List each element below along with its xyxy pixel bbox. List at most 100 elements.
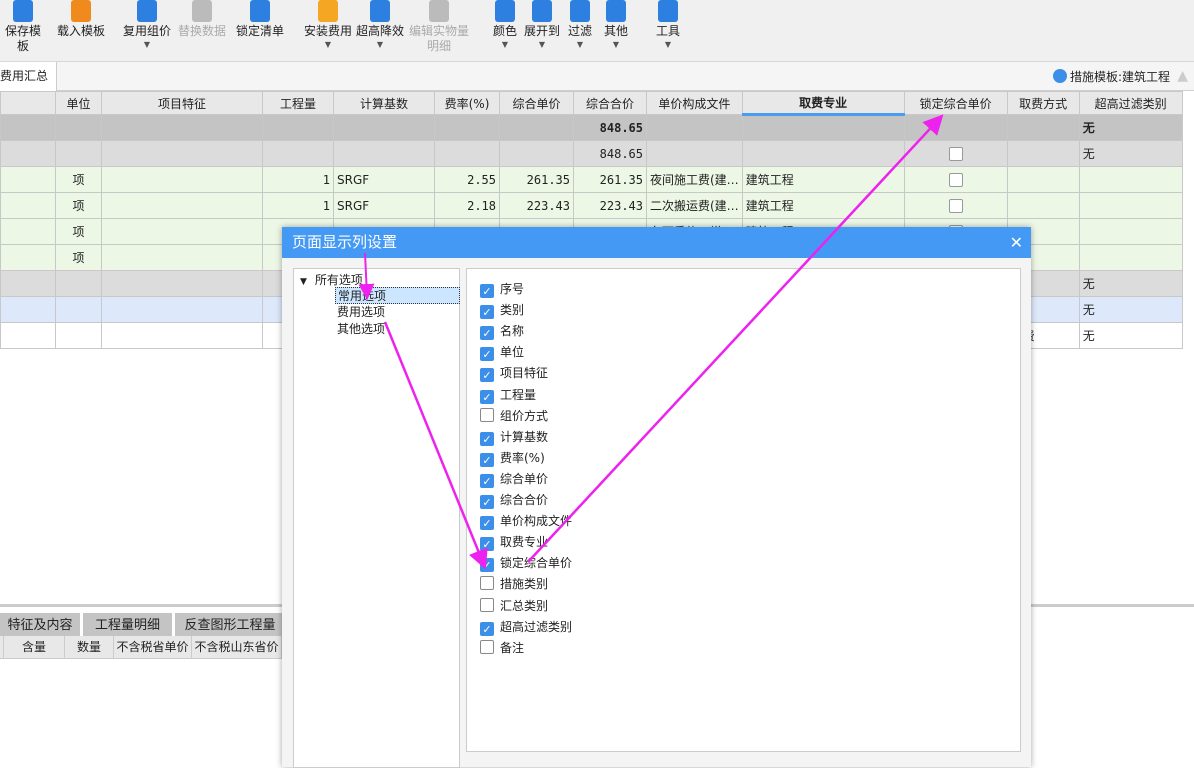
lock-price-checkbox[interactable]	[948, 146, 963, 161]
table-cell[interactable]	[101, 166, 263, 193]
table-cell[interactable]	[434, 140, 500, 167]
column-header[interactable]: 锁定综合单价	[903, 91, 1008, 115]
column-option[interactable]: ✓ 序号	[480, 279, 524, 299]
table-cell[interactable]	[101, 296, 263, 323]
column-option[interactable]: ✓ 计算基数	[480, 427, 548, 447]
lock-price-checkbox[interactable]	[948, 198, 963, 213]
tree-node-other[interactable]: 其他选项	[335, 321, 460, 338]
column-option[interactable]: ✓ 单价构成文件	[480, 511, 572, 531]
column-option[interactable]: ✓ 类别	[480, 300, 524, 320]
column-header[interactable]: 综合合价	[573, 91, 647, 115]
caret-down-icon[interactable]: ▼	[603, 39, 629, 51]
table-cell[interactable]	[0, 114, 56, 141]
table-cell[interactable]	[1006, 192, 1080, 219]
column-option[interactable]: 措施类别	[480, 574, 548, 594]
table-cell[interactable]	[499, 114, 574, 141]
checkbox[interactable]: ✓	[480, 537, 494, 552]
table-cell[interactable]: 无	[1078, 270, 1183, 297]
table-cell[interactable]: 项	[55, 218, 102, 245]
column-header[interactable]: 超高过滤类别	[1078, 91, 1183, 115]
column-option[interactable]: ✓ 锁定综合单价	[480, 553, 572, 573]
table-cell[interactable]: SRGF	[333, 192, 435, 219]
table-cell[interactable]	[333, 140, 435, 167]
toolbar-button-0[interactable]: 保存模板	[0, 0, 46, 54]
table-cell[interactable]	[101, 270, 263, 297]
table-cell[interactable]: 848.65	[573, 140, 647, 167]
table-cell[interactable]	[1078, 166, 1183, 193]
checkbox[interactable]: ✓	[480, 621, 494, 636]
table-cell[interactable]: 2.55	[434, 166, 500, 193]
table-cell[interactable]	[101, 322, 263, 349]
column-header[interactable]: 单位	[55, 91, 102, 115]
column-option[interactable]: ✓ 项目特征	[480, 363, 548, 383]
table-cell[interactable]	[333, 114, 435, 141]
tab-fee-summary[interactable]: 费用汇总	[0, 62, 57, 91]
toolbar-button-4[interactable]: 锁定清单	[234, 0, 286, 39]
table-cell[interactable]	[101, 140, 263, 167]
toolbar-button-12[interactable]: 工具 ▼	[655, 0, 681, 51]
table-cell[interactable]	[55, 114, 102, 141]
table-cell[interactable]	[55, 140, 102, 167]
column-option[interactable]: ✓ 超高过滤类别	[480, 617, 572, 637]
table-cell[interactable]	[903, 192, 1008, 219]
column-option[interactable]: ✓ 工程量	[480, 385, 536, 405]
table-cell[interactable]: 1	[262, 192, 334, 219]
table-row[interactable]: 848.65 无	[0, 140, 1183, 167]
table-row[interactable]: 项 1 SRGF 2.55 261.35 261.35 夜间施工费(建… 建筑工程	[0, 166, 1183, 193]
table-cell[interactable]: 建筑工程	[741, 192, 905, 219]
table-cell[interactable]	[0, 270, 56, 297]
checkbox[interactable]: ✓	[480, 347, 494, 362]
table-cell[interactable]	[646, 140, 743, 167]
checkbox[interactable]: ✓	[480, 452, 494, 467]
table-cell[interactable]: 261.35	[499, 166, 574, 193]
column-header[interactable]: 单价构成文件	[646, 91, 743, 115]
caret-down-icon[interactable]: ▼	[302, 39, 354, 51]
column-header[interactable]	[0, 91, 56, 115]
table-cell[interactable]	[1006, 114, 1080, 141]
table-cell[interactable]	[101, 244, 263, 271]
checkbox[interactable]: ✓	[480, 495, 494, 509]
checkbox[interactable]: ✓	[480, 431, 494, 446]
column-option[interactable]: ✓ 单位	[480, 342, 524, 362]
table-cell[interactable]	[262, 140, 334, 167]
table-cell[interactable]	[0, 296, 56, 323]
toolbar-button-6[interactable]: 超高降效 ▼	[355, 0, 405, 51]
table-cell[interactable]	[0, 244, 56, 271]
table-cell[interactable]	[0, 140, 56, 167]
table-cell[interactable]	[0, 192, 56, 219]
checkbox[interactable]: ✓	[480, 389, 494, 404]
table-cell[interactable]	[262, 114, 334, 141]
column-option[interactable]: 组价方式	[480, 406, 548, 426]
table-cell[interactable]	[499, 140, 574, 167]
table-cell[interactable]: 2.18	[434, 192, 500, 219]
checkbox[interactable]: ✓	[480, 368, 494, 383]
toolbar-button-9[interactable]: 展开到 ▼	[523, 0, 561, 51]
table-cell[interactable]: 项	[55, 166, 102, 193]
column-option[interactable]: 汇总类别	[480, 596, 548, 616]
checkbox[interactable]	[480, 639, 494, 654]
caret-down-icon[interactable]: ▼	[567, 39, 593, 51]
table-cell[interactable]: 二次搬运费(建…	[646, 192, 743, 219]
table-cell[interactable]: 223.43	[573, 192, 647, 219]
table-row[interactable]: 848.65 无	[0, 114, 1183, 141]
table-cell[interactable]: 848.65	[573, 114, 647, 141]
table-cell[interactable]	[1006, 166, 1080, 193]
column-header[interactable]: 取费专业	[741, 91, 905, 116]
table-cell[interactable]	[0, 166, 56, 193]
table-cell[interactable]	[101, 192, 263, 219]
table-cell[interactable]	[903, 140, 1008, 167]
table-cell[interactable]	[0, 218, 56, 245]
column-option[interactable]: ✓ 名称	[480, 321, 524, 341]
checkbox[interactable]: ✓	[480, 305, 494, 320]
caret-down-icon[interactable]: ▼	[492, 39, 518, 51]
toolbar-button-3[interactable]: 替换数据	[176, 0, 228, 39]
table-cell[interactable]	[434, 114, 500, 141]
table-cell[interactable]: 夜间施工费(建…	[646, 166, 743, 193]
table-cell[interactable]: 无	[1078, 114, 1183, 141]
table-cell[interactable]	[646, 114, 743, 141]
column-option[interactable]: ✓ 取费专业	[480, 532, 548, 552]
table-cell[interactable]: 无	[1078, 296, 1183, 323]
caret-down-icon[interactable]: ▼	[655, 39, 681, 51]
column-header[interactable]: 工程量	[262, 91, 334, 115]
table-cell[interactable]	[101, 114, 263, 141]
